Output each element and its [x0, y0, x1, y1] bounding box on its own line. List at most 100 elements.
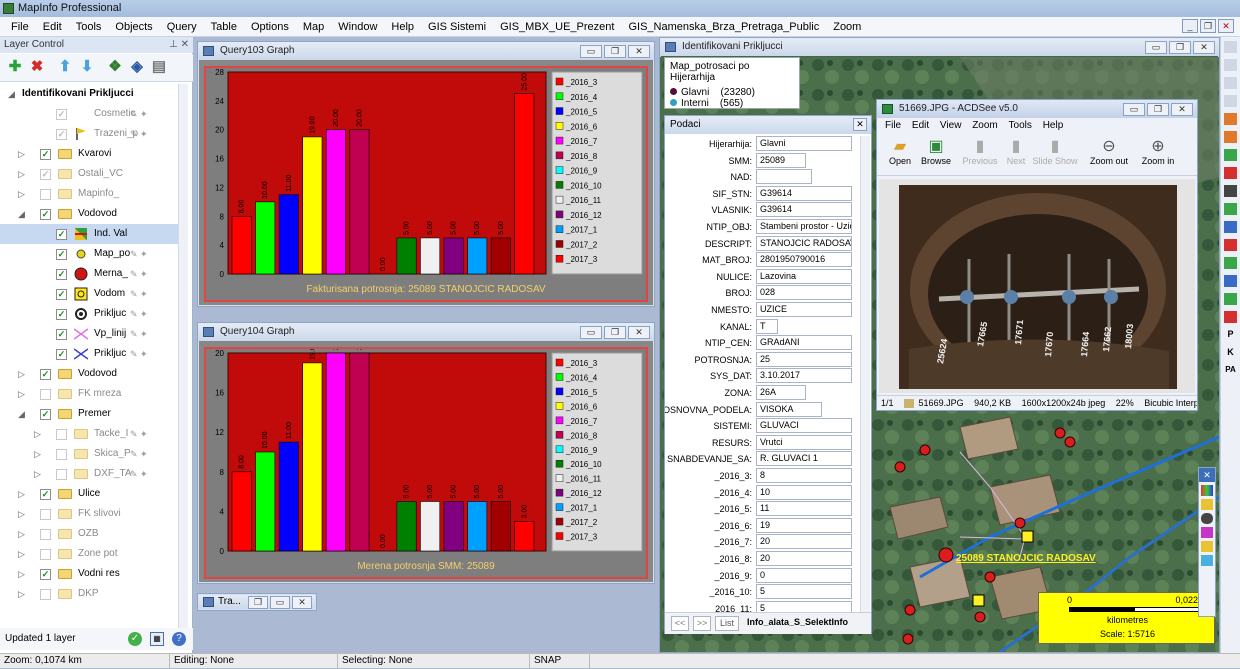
expand-icon[interactable]: ▷	[18, 144, 25, 164]
tool-label-icon[interactable]	[1224, 113, 1237, 125]
meter-symbol[interactable]	[1021, 530, 1034, 543]
expand-icon[interactable]: ▷	[18, 504, 25, 524]
close-button[interactable]: ✕	[628, 45, 650, 58]
expand-icon[interactable]: ▷	[18, 364, 25, 384]
layer-edit-label-icons[interactable]: ✎ ✦	[130, 268, 156, 280]
layer-visibility-checkbox[interactable]: ✓	[56, 309, 67, 320]
palette-car-icon[interactable]	[1201, 513, 1213, 524]
close-button[interactable]: ✕	[1193, 41, 1215, 54]
layer-visibility-checkbox[interactable]: ✓	[40, 169, 51, 180]
layer-row[interactable]: ▷ Mapinfo_	[0, 184, 178, 204]
info-field-value[interactable]: 028	[756, 285, 852, 301]
layer-row[interactable]: ▷ ✓ Ulice	[0, 484, 178, 504]
expand-icon[interactable]: ▷	[18, 184, 25, 204]
layer-edit-label-icons[interactable]: ✎ ✦	[130, 128, 156, 140]
palette-color-icon[interactable]	[1201, 485, 1213, 496]
tool-point-icon[interactable]	[1224, 239, 1237, 251]
maximize-button[interactable]: ❐	[604, 326, 626, 339]
menu-objects[interactable]: Objects	[108, 17, 159, 37]
info-field-value[interactable]: 25	[756, 351, 852, 367]
layer-visibility-checkbox[interactable]	[56, 469, 67, 480]
layer-row[interactable]: ▷ DKP	[0, 584, 178, 604]
layer-edit-label-icons[interactable]: ✎ ✦	[130, 288, 156, 300]
consumer-point[interactable]	[919, 444, 931, 456]
layer-visibility-checkbox[interactable]: ✓	[56, 329, 67, 340]
next-button[interactable]: ▮ Next	[1001, 136, 1031, 166]
add-layer-icon[interactable]: ✚	[6, 58, 24, 76]
display-options-icon[interactable]: ◈	[128, 58, 146, 76]
minimized-window[interactable]: Tra... ❐ ▭ ✕	[197, 593, 317, 611]
palette-folder-icon[interactable]	[1201, 541, 1213, 552]
tool-record-icon[interactable]	[1224, 167, 1237, 179]
acdsee-menu-edit[interactable]: Edit	[908, 120, 933, 131]
tool-pa-icon[interactable]: PA	[1224, 365, 1237, 377]
menu-window[interactable]: Window	[331, 17, 384, 37]
consumer-point[interactable]	[974, 611, 986, 623]
consumer-point[interactable]	[984, 571, 996, 583]
menu-edit[interactable]: Edit	[36, 17, 69, 37]
query104-graph-titlebar[interactable]: Query104 Graph ▭ ❐ ✕	[198, 323, 654, 341]
info-field-value[interactable]: 11	[756, 501, 852, 517]
tool-arrow-icon[interactable]	[1224, 221, 1237, 233]
info-field-value[interactable]: GRAdANI	[756, 335, 852, 351]
layer-edit-label-icons[interactable]: ✎ ✦	[130, 448, 156, 460]
tool-node-icon[interactable]	[1224, 293, 1237, 305]
consumer-point[interactable]	[902, 633, 914, 645]
layer-row[interactable]: ✓ Trazeni_p ✎ ✦	[0, 124, 178, 144]
menu-table[interactable]: Table	[204, 17, 244, 37]
maximize-button[interactable]: ❐	[604, 45, 626, 58]
expand-icon[interactable]: ▷	[18, 484, 25, 504]
layer-edit-label-icons[interactable]: ✎ ✦	[130, 108, 156, 120]
layer-visibility-checkbox[interactable]: ✓	[56, 249, 67, 260]
layer-visibility-checkbox[interactable]	[56, 429, 67, 440]
info-field-value[interactable]: 2801950790016	[756, 252, 852, 268]
tool-blue-icon[interactable]	[1224, 275, 1237, 287]
expand-icon[interactable]: ▷	[34, 464, 41, 484]
tool-layer-icon[interactable]	[1224, 149, 1237, 161]
layer-row[interactable]: ◢ ✓ Premer	[0, 404, 178, 424]
consumer-point[interactable]	[904, 604, 916, 616]
acdsee-menu-view[interactable]: View	[936, 120, 966, 131]
layer-row[interactable]: ▷ Zone pot	[0, 544, 178, 564]
tool-k-icon[interactable]: K	[1224, 347, 1237, 359]
label-options-icon[interactable]: ▤	[150, 58, 168, 76]
layer-edit-label-icons[interactable]: ✎ ✦	[130, 248, 156, 260]
previous-record-button[interactable]: <<	[671, 616, 689, 631]
consumer-point[interactable]	[894, 461, 906, 473]
expand-icon[interactable]: ▷	[18, 584, 25, 604]
move-down-icon[interactable]: ⬇	[78, 58, 96, 76]
info-window-titlebar[interactable]: Podaci ✕	[665, 116, 871, 134]
apply-icon[interactable]: ✓	[128, 632, 142, 646]
layer-row[interactable]: ▷ FK slivovi	[0, 504, 178, 524]
info-field-value[interactable]: T	[756, 318, 778, 334]
zoom-in-button[interactable]: ⊕ Zoom in	[1137, 136, 1179, 166]
help-icon[interactable]: ?	[172, 632, 186, 646]
mdi-close-button[interactable]: ✕	[1218, 19, 1234, 33]
meter-symbol[interactable]	[972, 594, 985, 607]
layer-visibility-checkbox[interactable]: ✓	[40, 409, 51, 420]
palette-shape-icon[interactable]	[1201, 527, 1213, 538]
info-scrollbar[interactable]	[860, 136, 870, 612]
layer-edit-label-icons[interactable]: ✎ ✦	[130, 308, 156, 320]
layer-row[interactable]: ✓ Merna_ ✎ ✦	[0, 264, 178, 284]
layer-row[interactable]: ◢ ✓ Vodovod	[0, 204, 178, 224]
tool-red-icon[interactable]	[1224, 311, 1237, 323]
layer-visibility-checkbox[interactable]: ✓	[40, 369, 51, 380]
tool-ruler-icon[interactable]	[1224, 95, 1237, 107]
expand-icon[interactable]: ▷	[18, 524, 25, 544]
restore-button[interactable]: ❐	[248, 596, 268, 609]
info-field-value[interactable]	[756, 169, 812, 185]
menu-query[interactable]: Query	[160, 17, 204, 37]
layer-edit-label-icons[interactable]: ✎ ✦	[130, 428, 156, 440]
info-field-value[interactable]: STANOJCIC RADOSAV	[756, 235, 852, 251]
remove-layer-icon[interactable]: ✖	[28, 58, 46, 76]
selected-consumer-point[interactable]	[938, 547, 954, 563]
expand-icon[interactable]: ▷	[18, 164, 25, 184]
acdsee-menu-tools[interactable]: Tools	[1005, 120, 1036, 131]
layer-edit-label-icons[interactable]: ✎ ✦	[130, 348, 156, 360]
layer-row[interactable]: ▷ DXF_TA ✎ ✦	[0, 464, 178, 484]
menu-map[interactable]: Map	[296, 17, 331, 37]
acdsee-menu-help[interactable]: Help	[1039, 120, 1068, 131]
expand-icon[interactable]: ▷	[34, 424, 41, 444]
close-button[interactable]: ✕	[1171, 103, 1193, 116]
